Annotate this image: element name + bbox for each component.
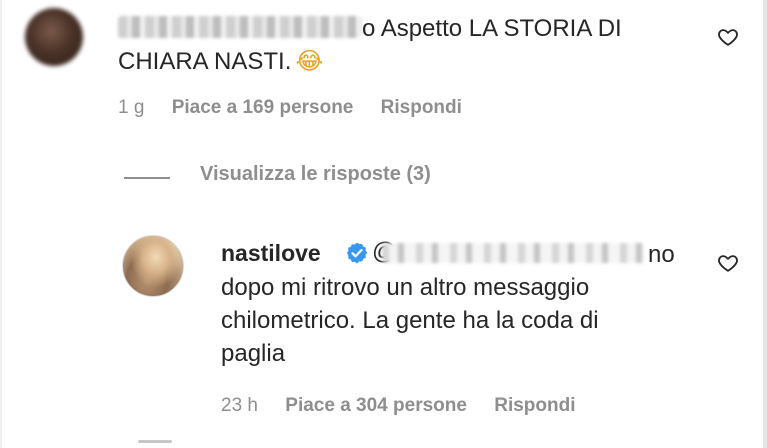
comment-text-line: chilometrico. La gente ha la coda di [221, 307, 599, 334]
reply-button[interactable]: Rispondi [494, 395, 575, 416]
likes-count-link[interactable]: Piace a 169 persone [172, 97, 354, 118]
comment-meta: 1 g Piace a 169 persone Rispondi [118, 97, 484, 119]
redacted-mention [382, 243, 644, 263]
nastilove-avatar[interactable] [122, 235, 184, 297]
likes-count-link[interactable]: Piace a 304 persone [285, 395, 467, 416]
comment-username[interactable]: nastilove [221, 240, 321, 267]
laughing-emoji: 😂 [295, 47, 324, 75]
comment-time: 23 h [221, 395, 258, 416]
verified-badge-icon [346, 242, 368, 264]
commenter-avatar[interactable] [25, 8, 83, 66]
heart-icon[interactable] [717, 26, 739, 48]
view-replies-button[interactable]: Visualizza le risposte (3) [200, 163, 431, 186]
window-edge-right [763, 0, 767, 448]
comment-text-line: paglia [221, 340, 286, 367]
comment-text-line: no [648, 241, 675, 268]
comment-time: 1 g [118, 97, 145, 118]
comment-text: CHIARA NASTI. [118, 48, 292, 75]
comment-text-line: CHIARA NASTI. 😂 [118, 45, 323, 78]
next-item-divider [138, 440, 172, 443]
comment-meta: 23 h Piace a 304 persone Rispondi [221, 395, 598, 417]
window-edge-left [0, 0, 2, 448]
heart-icon[interactable] [717, 252, 739, 274]
reply-button[interactable]: Rispondi [381, 97, 462, 118]
comment-text-line: dopo mi ritrovo un altro messaggio [221, 274, 590, 301]
comment-text-line: o Aspetto LA STORIA DI [362, 15, 622, 42]
redacted-username [118, 16, 362, 38]
replies-divider [124, 177, 170, 179]
